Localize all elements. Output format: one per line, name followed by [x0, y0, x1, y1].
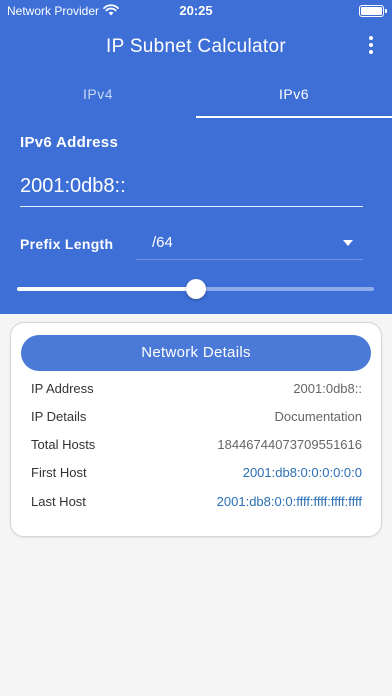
tab-bar: IPv4 IPv6	[0, 72, 392, 118]
detail-row-last-host: Last Host 2001:db8:0:0:ffff:ffff:ffff:ff…	[31, 494, 362, 514]
detail-label: First Host	[31, 465, 87, 480]
address-label: IPv6 Address	[20, 134, 119, 151]
more-options-icon[interactable]	[366, 36, 376, 58]
detail-label: Total Hosts	[31, 437, 96, 452]
battery-icon	[359, 5, 387, 17]
prefix-length-label: Prefix Length	[20, 236, 114, 252]
detail-row-ip-details: IP Details Documentation	[31, 409, 362, 429]
last-host-link[interactable]: 2001:db8:0:0:ffff:ffff:ffff:ffff	[217, 494, 362, 509]
slider-fill	[17, 287, 196, 291]
detail-value: 2001:0db8::	[293, 381, 362, 396]
detail-row-total-hosts: Total Hosts 18446744073709551616	[31, 437, 362, 457]
first-host-link[interactable]: 2001:db8:0:0:0:0:0:0	[243, 465, 362, 480]
detail-row-first-host: First Host 2001:db8:0:0:0:0:0:0	[31, 465, 362, 485]
detail-label: Last Host	[31, 494, 86, 509]
status-bar: Network Provider 20:25	[0, 0, 392, 22]
detail-value: Documentation	[274, 409, 362, 424]
detail-value: 18446744073709551616	[217, 437, 362, 452]
prefix-length-dropdown[interactable]: /64	[136, 228, 363, 260]
prefix-length-value: /64	[152, 234, 173, 251]
slider-thumb[interactable]	[185, 279, 206, 299]
ipv6-address-input[interactable]: 2001:0db8::	[20, 170, 363, 207]
detail-label: IP Details	[31, 409, 87, 424]
ipv6-form: IPv6 Address 2001:0db8:: Prefix Length /…	[0, 118, 392, 314]
detail-row-ip-address: IP Address 2001:0db8::	[31, 381, 362, 401]
detail-label: IP Address	[31, 381, 94, 396]
app-bar: IP Subnet Calculator	[0, 22, 392, 72]
network-details-card: Network Details IP Address 2001:0db8:: I…	[10, 322, 382, 537]
prefix-length-slider[interactable]	[17, 278, 374, 300]
network-details-button[interactable]: Network Details	[21, 335, 371, 371]
clock: 20:25	[179, 3, 213, 18]
tab-ipv4[interactable]: IPv4	[0, 72, 196, 118]
dropdown-arrow-icon	[343, 240, 353, 246]
tab-ipv6[interactable]: IPv6	[196, 72, 392, 118]
page-title: IP Subnet Calculator	[106, 36, 286, 57]
